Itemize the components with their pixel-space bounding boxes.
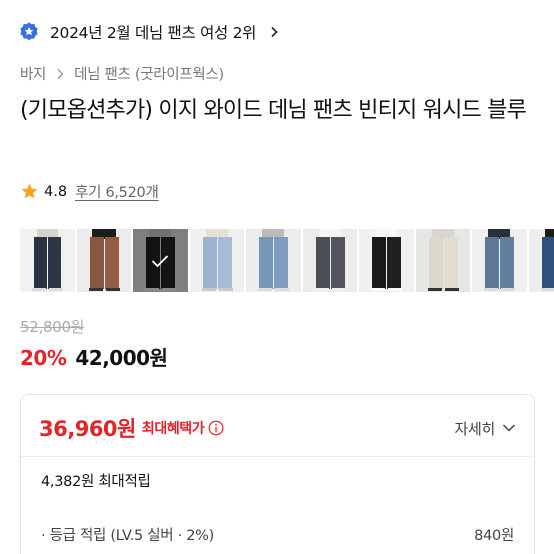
max-benefit-price: 36,960원: [39, 417, 136, 441]
grade-points-row: · 등급 적립 (LV.5 실버 · 2%) 840원: [41, 524, 514, 545]
info-icon[interactable]: [208, 420, 224, 436]
rating-score: 4.8: [44, 183, 68, 200]
max-benefit-row: 36,960원 최대혜택가 자세히: [39, 413, 516, 443]
max-points-text: 4,382원 최대적립: [41, 474, 151, 490]
original-price: 52,800원: [20, 318, 85, 336]
color-thumbnail-selected[interactable]: [133, 229, 188, 292]
grade-points-amount: 840원: [474, 528, 514, 544]
chevron-right-icon: [271, 26, 278, 38]
details-toggle[interactable]: 자세히: [454, 418, 516, 439]
color-thumbnail[interactable]: [246, 229, 301, 292]
rating-row: 4.8 후기 6,520개: [20, 181, 159, 202]
sale-price: 42,000원: [75, 346, 168, 370]
divider: [21, 456, 534, 457]
color-thumbnail[interactable]: [359, 229, 414, 292]
discount-rate: 20%: [20, 346, 67, 370]
benefit-panel: 36,960원 최대혜택가 자세히 4,382원 최대적립 · 등급 적립 (L…: [20, 394, 535, 554]
breadcrumb-item-pants[interactable]: 바지: [20, 63, 46, 84]
color-thumbnail[interactable]: [528, 229, 554, 292]
product-title: (기모옵션추가) 이지 와이드 데님 팬츠 빈티지 워시드 블루: [20, 98, 527, 123]
star-icon: [21, 183, 38, 199]
grade-points-label: · 등급 적립 (LV.5 실버 · 2%): [41, 528, 214, 544]
chevron-right-icon: [57, 68, 64, 79]
color-thumbnail[interactable]: [415, 229, 470, 292]
details-label: 자세히: [454, 419, 495, 438]
breadcrumb: 바지 데님 팬츠 (굿라이프웍스): [20, 63, 224, 84]
check-icon: [152, 254, 169, 267]
ranking-link[interactable]: 2024년 2월 데님 팬츠 여성 2위: [18, 17, 280, 47]
color-thumbnail[interactable]: [472, 229, 527, 292]
sale-price-row: 20% 42,000원: [20, 342, 168, 371]
chevron-down-icon: [502, 424, 516, 432]
color-thumbnail[interactable]: [302, 229, 357, 292]
reviews-link[interactable]: 후기 6,520개: [75, 181, 159, 202]
breadcrumb-item-denim[interactable]: 데님 팬츠 (굿라이프웍스): [74, 63, 224, 84]
color-thumbnail[interactable]: [76, 229, 131, 292]
ranking-badge-icon: [20, 22, 38, 41]
color-thumbnail[interactable]: [189, 229, 244, 292]
ranking-text: 2024년 2월 데님 팬츠 여성 2위: [50, 24, 257, 42]
max-benefit-label: 최대혜택가: [141, 421, 205, 437]
color-thumbnail-strip: [20, 229, 554, 292]
color-thumbnail[interactable]: [20, 229, 75, 292]
